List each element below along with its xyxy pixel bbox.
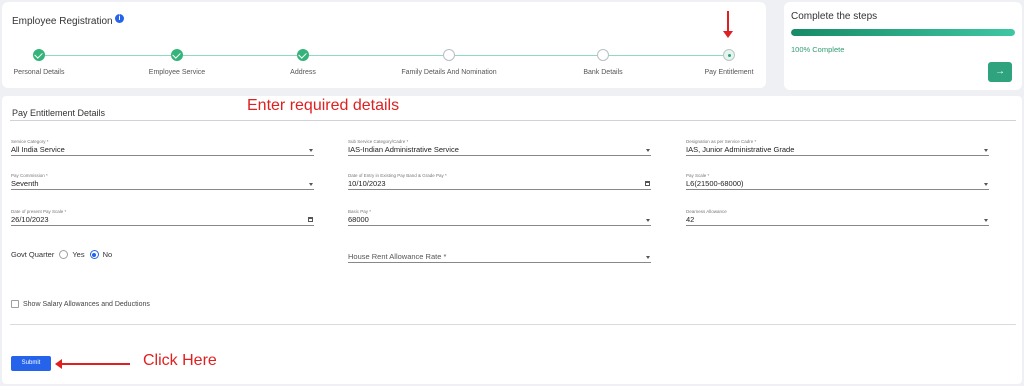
- step-label-bank-details[interactable]: Bank Details: [583, 69, 622, 76]
- annotation-click-here: Click Here: [143, 352, 217, 369]
- step-label-personal-details[interactable]: Personal Details: [14, 69, 65, 76]
- step-connector: [45, 55, 171, 56]
- stepper-title: Employee Registration: [12, 16, 113, 27]
- field-value: 68000: [348, 215, 369, 224]
- step-label-family-details[interactable]: Family Details And Nomination: [401, 69, 496, 76]
- annotation-enter-details: Enter required details: [247, 97, 400, 114]
- info-icon[interactable]: i: [115, 14, 124, 23]
- progress-bar-fill: [791, 29, 1015, 36]
- step-connector: [183, 55, 297, 56]
- divider: [10, 324, 1016, 325]
- submit-button[interactable]: Submit: [11, 356, 51, 371]
- show-salary-checkbox[interactable]: [11, 300, 19, 308]
- progress-bar: [791, 29, 1015, 36]
- calendar-icon[interactable]: [645, 181, 650, 186]
- designation-select[interactable]: Designation as per Service Cadre * IAS, …: [686, 139, 989, 156]
- govt-quarter-radio-group: Govt Quarter Yes No: [11, 250, 112, 259]
- step-pending-icon[interactable]: [597, 49, 609, 61]
- sub-service-category-select[interactable]: Sub Service Category/Cadre * IAS-Indian …: [348, 139, 651, 156]
- progress-text: 100% Complete: [791, 45, 845, 54]
- show-salary-checkbox-row[interactable]: Show Salary Allowances and Deductions: [11, 300, 150, 308]
- field-value: 10/10/2023: [348, 179, 386, 188]
- dearness-allowance-select[interactable]: Dearness Allowance 42: [686, 209, 989, 226]
- field-placeholder: House Rent Allowance Rate *: [348, 252, 447, 261]
- annotation-arrow-left-icon: [55, 359, 130, 369]
- field-value: 26/10/2023: [11, 215, 49, 224]
- step-check-icon[interactable]: [297, 49, 309, 61]
- radio-yes[interactable]: [59, 250, 69, 259]
- chevron-down-icon: [309, 149, 313, 152]
- radio-yes-label[interactable]: Yes: [72, 250, 84, 259]
- pay-commission-select[interactable]: Pay Commission * Seventh: [11, 173, 314, 190]
- step-connector: [455, 55, 597, 56]
- progress-title: Complete the steps: [791, 11, 878, 22]
- field-value: All India Service: [11, 145, 65, 154]
- step-pending-icon[interactable]: [443, 49, 455, 61]
- date-of-entry-input[interactable]: Date of Entry in Existing Pay Band & Gra…: [348, 173, 651, 190]
- section-title: Pay Entitlement Details: [12, 108, 106, 118]
- annotation-arrow-down-icon: [723, 11, 733, 38]
- radio-no-label[interactable]: No: [103, 250, 113, 259]
- field-value: IAS-Indian Administrative Service: [348, 145, 459, 154]
- hra-rate-select[interactable]: House Rent Allowance Rate *: [348, 246, 651, 263]
- step-current-icon[interactable]: [723, 49, 735, 61]
- step-label-employee-service[interactable]: Employee Service: [149, 69, 205, 76]
- field-value: IAS, Junior Administrative Grade: [686, 145, 795, 154]
- chevron-down-icon: [309, 183, 313, 186]
- next-step-button[interactable]: →: [988, 62, 1012, 82]
- step-label-pay-entitlement[interactable]: Pay Entitlement: [704, 69, 753, 76]
- basic-pay-select[interactable]: Basic Pay * 68000: [348, 209, 651, 226]
- step-connector: [309, 55, 443, 56]
- chevron-down-icon: [646, 219, 650, 222]
- chevron-down-icon: [646, 256, 650, 259]
- pay-entitlement-form: Pay Entitlement Details Enter required d…: [2, 96, 1022, 384]
- step-check-icon[interactable]: [33, 49, 45, 61]
- chevron-down-icon: [984, 149, 988, 152]
- field-value: L6(21500-68000): [686, 179, 744, 188]
- chevron-down-icon: [646, 149, 650, 152]
- chevron-down-icon: [984, 219, 988, 222]
- progress-card: Complete the steps 100% Complete →: [784, 2, 1022, 90]
- field-value: 42: [686, 215, 695, 224]
- field-value: Seventh: [11, 179, 39, 188]
- registration-stepper: Employee Registration i Personal Details…: [2, 2, 766, 88]
- radio-no[interactable]: [89, 250, 99, 259]
- service-category-select[interactable]: Service Category * All India Service: [11, 139, 314, 156]
- chevron-down-icon: [984, 183, 988, 186]
- calendar-icon[interactable]: [308, 217, 313, 222]
- step-check-icon[interactable]: [171, 49, 183, 61]
- step-connector: [609, 55, 723, 56]
- pay-scale-select[interactable]: Pay Scale * L6(21500-68000): [686, 173, 989, 190]
- govt-quarter-label: Govt Quarter: [11, 250, 55, 259]
- divider: [10, 120, 1016, 121]
- date-present-pay-scale-input[interactable]: Date of present Pay Scale * 26/10/2023: [11, 209, 314, 226]
- arrow-right-icon: →: [995, 66, 1005, 77]
- show-salary-label[interactable]: Show Salary Allowances and Deductions: [23, 301, 150, 308]
- step-label-address[interactable]: Address: [290, 69, 316, 76]
